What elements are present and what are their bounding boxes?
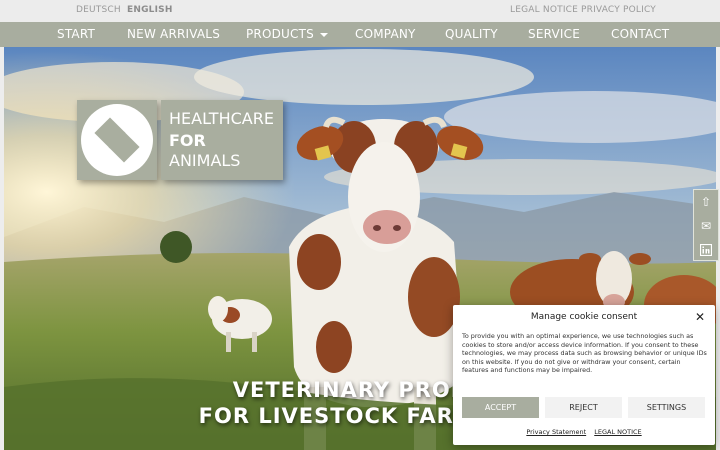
nav-item-service[interactable]: SERVICE: [528, 27, 580, 41]
privacy-policy-link[interactable]: PRIVACY POLICY: [581, 5, 656, 15]
cookie-dialog-title: Manage cookie consent: [530, 312, 638, 322]
main-nav: START NEW ARRIVALS PRODUCTS COMPANY QUAL…: [0, 22, 720, 47]
linkedin-glyph: [699, 243, 713, 257]
cookie-settings-button[interactable]: SETTINGS: [628, 397, 705, 418]
privacy-statement-link[interactable]: Privacy Statement: [526, 428, 586, 436]
logo-line-healthcare: HEALTHCARE: [169, 109, 274, 128]
healthcare-for-animals-logo[interactable]: HEALTHCARE FOR ANIMALS: [77, 100, 283, 180]
cookie-reject-button[interactable]: REJECT: [545, 397, 622, 418]
lang-english-link[interactable]: ENGLISH: [127, 5, 173, 15]
nav-item-products-label: PRODUCTS: [246, 27, 314, 41]
logo-line-animals: ANIMALS: [169, 151, 241, 170]
lang-deutsch-link[interactable]: DEUTSCH: [76, 5, 121, 15]
logo-wordmark: HEALTHCARE FOR ANIMALS: [161, 100, 283, 180]
nav-item-quality[interactable]: QUALITY: [445, 27, 498, 41]
logo-mark: [77, 100, 157, 180]
logo-emblem-icon: [81, 104, 153, 176]
cookie-legal-notice-link[interactable]: LEGAL NOTICE: [594, 428, 641, 436]
close-icon[interactable]: ✕: [695, 310, 705, 324]
social-sidebar: ⇧ ✉: [693, 189, 719, 261]
chevron-down-icon: [319, 32, 328, 37]
logo-line-for: FOR: [169, 131, 206, 150]
arrow-up-icon[interactable]: ⇧: [694, 190, 718, 214]
top-utility-bar: DEUTSCH ENGLISH LEGAL NOTICE PRIVACY POL…: [0, 0, 720, 22]
nav-item-company[interactable]: COMPANY: [355, 27, 416, 41]
cookie-accept-button[interactable]: ACCEPT: [462, 397, 539, 418]
cookie-consent-dialog: Manage cookie consent ✕ To provide you w…: [453, 305, 715, 445]
linkedin-icon[interactable]: [694, 238, 718, 262]
nav-item-start[interactable]: START: [57, 27, 95, 41]
cookie-dialog-text: To provide you with an optimal experienc…: [462, 332, 707, 375]
cookie-dialog-links: Privacy Statement LEGAL NOTICE: [453, 428, 715, 436]
nav-item-contact[interactable]: CONTACT: [611, 27, 669, 41]
nav-item-new-arrivals[interactable]: NEW ARRIVALS: [127, 27, 220, 41]
mail-icon[interactable]: ✉: [694, 214, 718, 238]
legal-notice-link[interactable]: LEGAL NOTICE: [510, 5, 578, 15]
nav-item-products[interactable]: PRODUCTS: [246, 27, 328, 41]
